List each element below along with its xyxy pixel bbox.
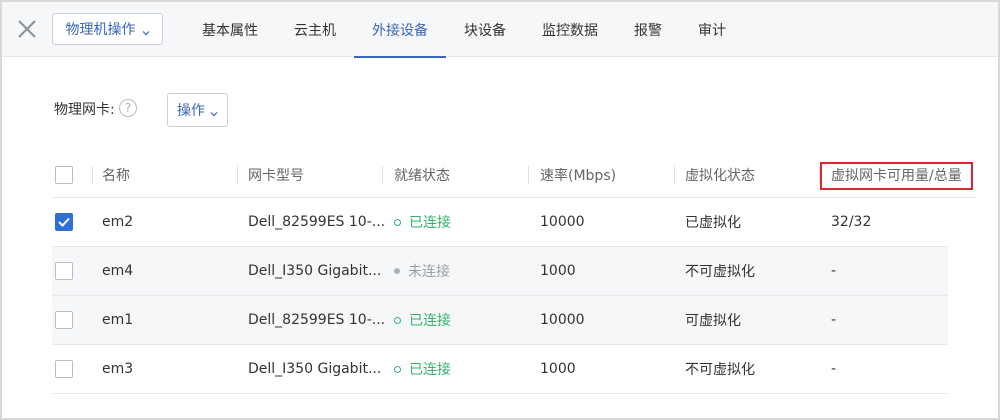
nic-virt-status: 可虚拟化 bbox=[685, 313, 741, 329]
column-divider bbox=[237, 166, 238, 184]
help-icon[interactable]: ? bbox=[119, 99, 137, 117]
tab-label: 外接设备 bbox=[372, 22, 428, 39]
nic-vnic-usage: - bbox=[831, 263, 837, 279]
nic-name: em2 bbox=[102, 214, 134, 230]
nic-model: Dell_82599ES 10-... bbox=[248, 312, 386, 328]
nic-vnic-usage: - bbox=[831, 361, 837, 377]
column-header-virt-status[interactable]: 虚拟化状态 bbox=[685, 152, 755, 197]
row-checkbox[interactable] bbox=[55, 311, 73, 329]
nic-name: em1 bbox=[102, 312, 134, 328]
nic-speed: 10000 bbox=[540, 214, 585, 230]
tab-label: 审计 bbox=[698, 22, 726, 39]
operations-label: 操作 bbox=[177, 103, 205, 119]
nic-speed: 10000 bbox=[540, 312, 585, 328]
column-header-speed[interactable]: 速率(Mbps) bbox=[540, 152, 616, 197]
tab-label: 监控数据 bbox=[542, 22, 598, 39]
nic-virt-status: 已虚拟化 bbox=[685, 215, 741, 231]
tab-basic-properties[interactable]: 基本属性 bbox=[184, 2, 276, 57]
physical-nic-label: 物理网卡: bbox=[54, 102, 115, 118]
nic-model: Dell_82599ES 10-... bbox=[248, 214, 386, 230]
column-header-model[interactable]: 网卡型号 bbox=[248, 152, 304, 197]
select-all-checkbox[interactable] bbox=[55, 165, 73, 184]
operations-dropdown[interactable]: 操作 bbox=[167, 93, 228, 127]
row-checkbox[interactable] bbox=[55, 360, 73, 378]
top-nav-bar: 物理机操作 基本属性 云主机 外接设备 块设备 监控数据 报警 审计 bbox=[2, 2, 998, 58]
tab-label: 基本属性 bbox=[202, 22, 258, 39]
row-checkbox[interactable] bbox=[55, 213, 73, 231]
host-actions-label: 物理机操作 bbox=[65, 22, 136, 38]
column-divider bbox=[382, 166, 383, 184]
column-divider bbox=[674, 166, 675, 184]
column-divider bbox=[528, 166, 529, 184]
nic-status: 未连接 bbox=[394, 247, 450, 295]
status-text: 已连接 bbox=[409, 313, 451, 329]
nic-name: em4 bbox=[102, 263, 134, 279]
column-header-status[interactable]: 就绪状态 bbox=[394, 152, 450, 197]
tab-alarms[interactable]: 报警 bbox=[616, 2, 680, 57]
check-icon bbox=[58, 217, 70, 227]
table-row[interactable]: em1 Dell_82599ES 10-... 已连接 10000 可虚拟化 - bbox=[52, 296, 948, 345]
table-row[interactable]: em2 Dell_82599ES 10-... 已连接 10000 已虚拟化 3… bbox=[52, 198, 948, 247]
nic-status: 已连接 bbox=[394, 296, 451, 344]
status-text: 已连接 bbox=[409, 362, 451, 378]
close-icon[interactable] bbox=[14, 16, 40, 42]
tab-audit[interactable]: 审计 bbox=[680, 2, 744, 57]
window-frame: 物理机操作 基本属性 云主机 外接设备 块设备 监控数据 报警 审计 物理网卡:… bbox=[0, 0, 1000, 420]
column-divider bbox=[92, 166, 93, 184]
status-dot-icon bbox=[394, 365, 401, 373]
tab-monitoring[interactable]: 监控数据 bbox=[524, 2, 616, 57]
tab-vm-instances[interactable]: 云主机 bbox=[276, 2, 354, 57]
tab-bar: 基本属性 云主机 外接设备 块设备 监控数据 报警 审计 bbox=[184, 2, 744, 58]
table-row[interactable]: em4 Dell_I350 Gigabit... 未连接 1000 不可虚拟化 … bbox=[52, 247, 948, 296]
chevron-down-icon bbox=[142, 25, 150, 36]
chevron-down-icon bbox=[210, 106, 218, 117]
nic-model: Dell_I350 Gigabit... bbox=[248, 263, 382, 279]
highlight-annotation-box bbox=[820, 162, 973, 190]
tab-label: 块设备 bbox=[464, 22, 506, 39]
nic-vnic-usage: 32/32 bbox=[831, 214, 872, 230]
status-dot-icon bbox=[394, 218, 401, 226]
status-text: 已连接 bbox=[409, 215, 451, 231]
tab-label: 报警 bbox=[634, 22, 662, 39]
nic-status: 已连接 bbox=[394, 345, 451, 393]
nic-model: Dell_I350 Gigabit... bbox=[248, 361, 382, 377]
row-checkbox[interactable] bbox=[55, 262, 73, 280]
nic-speed: 1000 bbox=[540, 263, 576, 279]
tab-block-devices[interactable]: 块设备 bbox=[446, 2, 524, 57]
nic-virt-status: 不可虚拟化 bbox=[685, 264, 755, 280]
nic-virt-status: 不可虚拟化 bbox=[685, 362, 755, 378]
nic-name: em3 bbox=[102, 361, 134, 377]
status-text: 未连接 bbox=[408, 264, 450, 280]
host-actions-dropdown[interactable]: 物理机操作 bbox=[52, 13, 163, 45]
nic-speed: 1000 bbox=[540, 361, 576, 377]
nic-status: 已连接 bbox=[394, 198, 451, 246]
status-dot-icon bbox=[394, 316, 401, 324]
status-dot-icon bbox=[394, 268, 400, 274]
table-row[interactable]: em3 Dell_I350 Gigabit... 已连接 1000 不可虚拟化 … bbox=[52, 345, 948, 394]
nic-vnic-usage: - bbox=[831, 312, 837, 328]
column-header-name[interactable]: 名称 bbox=[102, 152, 130, 197]
tab-label: 云主机 bbox=[294, 22, 336, 39]
tab-external-devices[interactable]: 外接设备 bbox=[354, 2, 446, 58]
